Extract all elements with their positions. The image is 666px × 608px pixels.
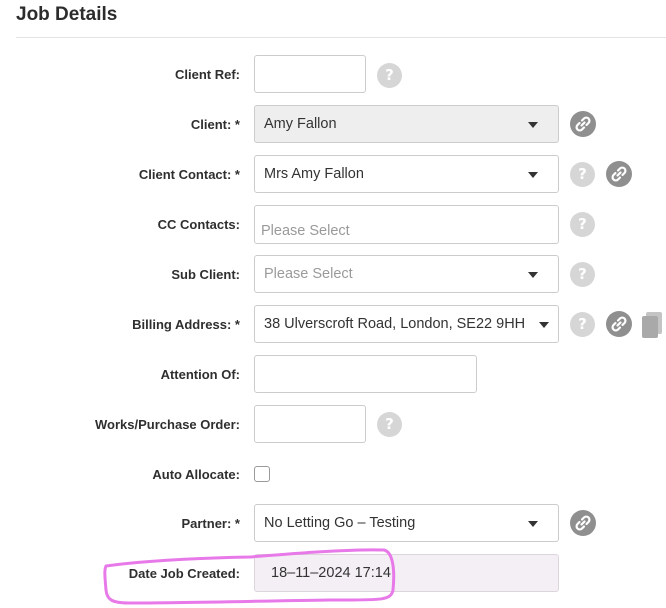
cc-contacts-placeholder: Please Select <box>261 223 350 239</box>
auto-allocate-checkbox[interactable] <box>254 466 270 482</box>
billing-address-label: Billing Address: * <box>132 317 240 332</box>
row-sub-client: Sub Client: Please Select ? <box>0 255 666 295</box>
section-title: Job Details <box>16 4 118 25</box>
chevron-down-icon <box>539 322 549 328</box>
billing-address-help-icon[interactable]: ? <box>570 312 595 337</box>
partner-value: No Letting Go – Testing <box>264 515 416 531</box>
date-job-created-label: Date Job Created: <box>128 566 240 581</box>
works-purchase-order-label: Works/Purchase Order: <box>95 417 240 432</box>
row-client: Client: * Amy Fallon <box>0 105 666 145</box>
sub-client-label: Sub Client: <box>171 267 240 282</box>
cc-contacts-help-icon[interactable]: ? <box>570 212 595 237</box>
works-purchase-order-input[interactable] <box>254 405 366 443</box>
cc-contacts-label: CC Contacts: <box>157 217 240 232</box>
billing-address-link-icon[interactable] <box>606 311 632 337</box>
client-contact-value: Mrs Amy Fallon <box>264 166 364 182</box>
attention-of-label: Attention Of: <box>160 367 240 382</box>
client-contact-link-icon[interactable] <box>606 161 632 187</box>
row-auto-allocate: Auto Allocate: <box>0 455 666 495</box>
works-purchase-order-help-icon[interactable]: ? <box>377 412 402 437</box>
chevron-down-icon <box>528 172 538 178</box>
row-attention-of: Attention Of: <box>0 355 666 395</box>
row-partner: Partner: * No Letting Go – Testing <box>0 504 666 544</box>
cc-contacts-multiselect[interactable]: Please Select <box>254 205 559 244</box>
attention-of-input[interactable] <box>254 355 477 393</box>
row-billing-address: Billing Address: * 38 Ulverscroft Road, … <box>0 305 666 345</box>
client-ref-label: Client Ref: <box>175 67 240 82</box>
partner-label: Partner: * <box>181 516 240 531</box>
copy-icon[interactable] <box>640 311 664 344</box>
row-works-purchase-order: Works/Purchase Order: ? <box>0 405 666 445</box>
sub-client-select[interactable]: Please Select <box>254 255 559 293</box>
partner-link-icon[interactable] <box>570 510 596 536</box>
client-label: Client: * <box>190 117 240 132</box>
client-link-icon[interactable] <box>570 111 596 137</box>
chevron-down-icon <box>528 521 538 527</box>
client-select[interactable]: Amy Fallon <box>254 105 559 143</box>
sub-client-help-icon[interactable]: ? <box>570 262 595 287</box>
row-cc-contacts: CC Contacts: Please Select ? <box>0 205 666 245</box>
billing-address-select[interactable]: 38 Ulverscroft Road, London, SE22 9HH <box>254 305 559 343</box>
chevron-down-icon <box>528 272 538 278</box>
client-ref-input[interactable] <box>254 55 366 93</box>
billing-address-value: 38 Ulverscroft Road, London, SE22 9HH <box>264 316 526 332</box>
sub-client-placeholder: Please Select <box>264 266 353 282</box>
client-contact-label: Client Contact: * <box>138 167 240 182</box>
client-contact-help-icon[interactable]: ? <box>570 162 595 187</box>
row-client-ref: Client Ref: ? <box>0 55 666 95</box>
date-job-created-field: 18–11–2024 17:14 <box>254 554 559 592</box>
chevron-down-icon <box>528 122 538 128</box>
partner-select[interactable]: No Letting Go – Testing <box>254 504 559 542</box>
client-contact-select[interactable]: Mrs Amy Fallon <box>254 155 559 193</box>
title-divider <box>16 37 666 38</box>
client-value: Amy Fallon <box>264 116 337 132</box>
row-client-contact: Client Contact: * Mrs Amy Fallon ? <box>0 155 666 195</box>
row-date-job-created: Date Job Created: 18–11–2024 17:14 <box>0 554 666 594</box>
client-ref-help-icon[interactable]: ? <box>377 63 402 88</box>
auto-allocate-label: Auto Allocate: <box>152 467 240 482</box>
